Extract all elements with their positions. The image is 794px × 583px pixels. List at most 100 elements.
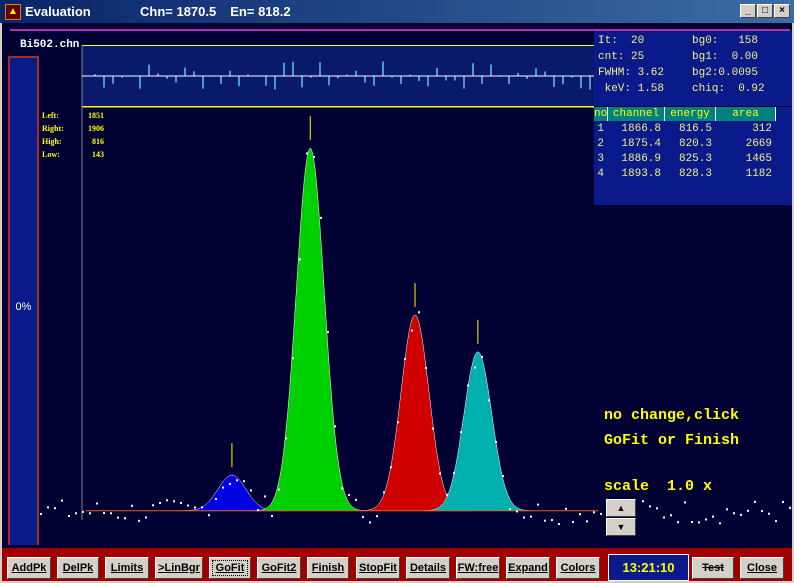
data-point [152,504,154,507]
test-button[interactable]: Test [692,557,734,579]
data-point [250,489,252,492]
peak-2 [253,148,367,512]
close-button[interactable]: Close [740,557,784,579]
data-point [180,501,182,504]
data-point [670,514,672,517]
data-point [789,506,791,509]
data-point [117,516,119,519]
data-point [348,493,350,496]
data-point [187,504,189,507]
data-point [341,487,343,490]
data-point [474,366,476,369]
data-point [96,502,98,505]
data-point [551,519,553,522]
data-point [446,493,448,496]
data-point [516,510,518,513]
details-button[interactable]: Details [406,557,450,579]
data-point [355,498,357,501]
data-point [698,521,700,524]
data-point [544,519,546,522]
data-point [313,156,315,159]
data-point [726,508,728,511]
data-point [761,510,763,513]
data-point [684,501,686,504]
delpk-button[interactable]: DelPk [57,557,99,579]
data-point [488,399,490,402]
data-point [40,512,42,515]
button-bar: 13:21:10 AddPk DelPk Limits >LinBgr GoFit GoF… [2,545,792,581]
data-point [705,518,707,521]
data-point [600,512,602,515]
fwfree-button[interactable]: FW:free [456,557,500,579]
data-point [215,497,217,500]
data-point [775,520,777,523]
limits-button[interactable]: Limits [105,557,149,579]
data-point [306,152,308,155]
data-point [299,258,301,261]
data-point [54,507,56,510]
data-point [320,216,322,219]
data-point [565,507,567,510]
data-point [663,516,665,519]
data-point [782,501,784,504]
data-point [418,311,420,314]
spectrum-chart [40,45,791,526]
data-point [138,519,140,522]
linbgr-button[interactable]: >LinBgr [155,557,203,579]
data-point [103,512,105,515]
data-point [747,509,749,512]
data-point [201,506,203,509]
data-point [194,506,196,509]
clock: 13:21:10 [608,554,689,581]
data-point [537,503,539,506]
data-point [495,440,497,443]
data-point [236,479,238,482]
gofit-button[interactable]: GoFit [209,557,251,579]
data-point [425,366,427,369]
data-point [432,427,434,430]
data-point [593,511,595,514]
data-point [362,516,364,519]
stopfit-button[interactable]: StopFit [356,557,400,579]
data-point [47,506,49,509]
finish-button[interactable]: Finish [307,557,349,579]
data-point [292,357,294,360]
data-point [768,512,770,515]
data-point [82,510,84,513]
data-point [75,512,77,515]
data-point [677,521,679,524]
data-point [572,520,574,523]
data-point [719,522,721,525]
data-point [278,488,280,491]
data-point [222,486,224,489]
data-point [439,472,441,475]
data-point [166,499,168,502]
data-point [740,513,742,516]
data-point [131,504,133,507]
data-point [558,523,560,526]
data-point [145,516,147,519]
data-point [523,516,525,519]
addpk-button[interactable]: AddPk [7,557,51,579]
data-point [68,515,70,518]
data-point [285,437,287,440]
data-point [390,466,392,469]
data-point [642,500,644,503]
data-point [586,520,588,523]
data-point [509,508,511,511]
data-point [243,480,245,483]
data-point [397,421,399,424]
gofit2-button[interactable]: GoFit2 [257,557,301,579]
data-point [89,512,91,515]
data-point [656,507,658,510]
data-point [712,515,714,518]
expand-button[interactable]: Expand [506,557,550,579]
data-point [110,512,112,515]
data-point [159,501,161,504]
data-point [61,499,63,502]
data-point [334,425,336,428]
data-point [453,472,455,475]
data-point [264,495,266,498]
colors-button[interactable]: Colors [556,557,600,579]
data-point [229,482,231,485]
